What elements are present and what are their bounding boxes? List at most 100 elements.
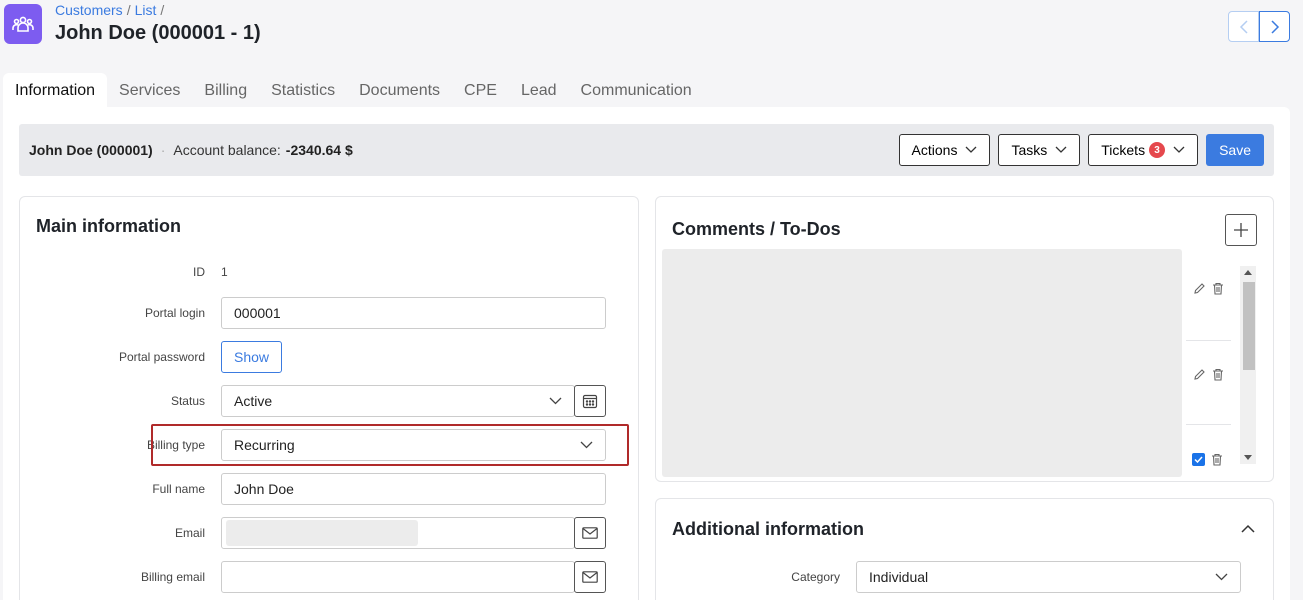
- full-name-input[interactable]: John Doe: [221, 473, 606, 505]
- breadcrumb-customers-link[interactable]: Customers: [55, 2, 123, 18]
- trash-icon[interactable]: [1211, 453, 1223, 466]
- comment-actions: [1193, 282, 1224, 295]
- todo-checkbox[interactable]: [1192, 453, 1205, 466]
- billing-type-value: Recurring: [234, 437, 295, 453]
- chevron-down-icon: [580, 441, 593, 449]
- status-value: Active: [234, 393, 273, 409]
- breadcrumb-separator: /: [160, 2, 165, 18]
- tab-statistics[interactable]: Statistics: [259, 73, 347, 108]
- comments-scrollbar[interactable]: [1240, 266, 1256, 464]
- actions-dropdown[interactable]: Actions: [898, 134, 991, 166]
- chevron-left-icon: [1239, 19, 1248, 34]
- category-value: Individual: [869, 569, 929, 585]
- portal-login-row: Portal login 000001: [20, 297, 640, 329]
- previous-record-button[interactable]: [1228, 11, 1259, 42]
- category-select[interactable]: Individual: [856, 561, 1241, 593]
- status-row: Status Active: [20, 385, 640, 417]
- tickets-count-badge: 3: [1149, 142, 1166, 158]
- comment-divider: [1186, 424, 1231, 425]
- pencil-icon[interactable]: [1193, 368, 1206, 381]
- id-row: ID 1: [20, 256, 640, 288]
- scroll-up-arrow-icon[interactable]: [1244, 270, 1252, 275]
- billing-type-select[interactable]: Recurring: [221, 429, 606, 461]
- envelope-icon: [582, 571, 598, 583]
- portal-login-label: Portal login: [144, 306, 205, 320]
- main-information-title: Main information: [36, 216, 181, 236]
- email-row: Email: [20, 517, 640, 549]
- pencil-icon[interactable]: [1193, 282, 1206, 295]
- redacted-email: [226, 520, 418, 546]
- portal-password-label: Portal password: [118, 350, 205, 364]
- status-label: Status: [170, 394, 205, 408]
- tickets-label: Tickets: [1101, 142, 1146, 158]
- scrollbar-thumb[interactable]: [1243, 282, 1255, 370]
- scroll-down-arrow-icon[interactable]: [1244, 455, 1252, 460]
- next-record-button[interactable]: [1259, 11, 1290, 42]
- category-label: Category: [791, 570, 840, 584]
- account-balance-label: Account balance:: [173, 142, 281, 158]
- todo-actions: [1192, 453, 1223, 466]
- chevron-down-icon: [1173, 146, 1185, 153]
- portal-login-input[interactable]: 000001: [221, 297, 606, 329]
- comment-actions: [1193, 368, 1224, 381]
- breadcrumb-list-link[interactable]: List: [135, 2, 157, 18]
- checkmark-icon: [1194, 456, 1203, 463]
- account-balance-value: -2340.64 $: [285, 142, 353, 158]
- tab-communication[interactable]: Communication: [569, 73, 704, 108]
- breadcrumb-separator: /: [126, 2, 131, 18]
- tab-cpe[interactable]: CPE: [452, 73, 509, 108]
- chevron-down-icon: [549, 397, 562, 405]
- chevron-down-icon: [1055, 146, 1067, 153]
- tab-content: John Doe (000001) · Account balance: -23…: [3, 107, 1290, 600]
- full-name-label: Full name: [152, 482, 205, 496]
- add-comment-button[interactable]: [1225, 214, 1257, 246]
- category-row: Category Individual: [656, 561, 1275, 593]
- billing-type-row: Billing type Recurring: [20, 429, 640, 461]
- additional-information-panel: Additional information Category Individu…: [655, 498, 1274, 600]
- calendar-icon: [582, 394, 598, 409]
- email-send-button[interactable]: [574, 517, 606, 549]
- full-name-row: Full name John Doe: [20, 473, 640, 505]
- account-name: John Doe (000001): [29, 142, 153, 158]
- status-select[interactable]: Active: [221, 385, 575, 417]
- trash-icon[interactable]: [1212, 282, 1224, 295]
- tasks-label: Tasks: [1011, 142, 1048, 158]
- email-input[interactable]: [221, 517, 575, 549]
- id-label: ID: [193, 265, 205, 279]
- redacted-comments-list: [662, 249, 1182, 477]
- billing-email-label: Billing email: [140, 570, 205, 584]
- main-information-panel: Main information ID 1 Portal login 00000…: [19, 196, 639, 600]
- envelope-icon: [582, 527, 598, 539]
- tab-bar: Information Services Billing Statistics …: [3, 73, 704, 108]
- trash-icon[interactable]: [1212, 368, 1224, 381]
- actions-label: Actions: [911, 142, 958, 158]
- tab-services[interactable]: Services: [107, 73, 192, 108]
- portal-password-row: Portal password Show: [20, 341, 640, 373]
- tab-information[interactable]: Information: [3, 73, 108, 108]
- comments-panel: Comments / To-Dos: [655, 196, 1274, 482]
- tasks-dropdown[interactable]: Tasks: [998, 134, 1081, 166]
- status-calendar-button[interactable]: [574, 385, 606, 417]
- account-bar: John Doe (000001) · Account balance: -23…: [19, 124, 1274, 176]
- billing-type-label: Billing type: [146, 438, 205, 452]
- show-password-button[interactable]: Show: [221, 341, 283, 373]
- record-pager: [1228, 11, 1290, 42]
- additional-information-title: Additional information: [672, 519, 864, 539]
- save-button[interactable]: Save: [1206, 134, 1264, 166]
- chevron-up-icon[interactable]: [1241, 524, 1255, 533]
- billing-email-send-button[interactable]: [574, 561, 606, 593]
- comments-title: Comments / To-Dos: [672, 219, 841, 239]
- tab-documents[interactable]: Documents: [347, 73, 452, 108]
- app-logo-icon[interactable]: [4, 4, 42, 44]
- plus-icon: [1234, 223, 1248, 237]
- tickets-dropdown[interactable]: Tickets 3: [1088, 134, 1199, 166]
- tab-lead[interactable]: Lead: [509, 73, 569, 108]
- breadcrumb: Customers / List /: [55, 2, 168, 18]
- chevron-down-icon: [1215, 573, 1228, 581]
- billing-email-input[interactable]: [221, 561, 575, 593]
- comment-divider: [1186, 340, 1231, 341]
- tab-billing[interactable]: Billing: [192, 73, 259, 108]
- chevron-down-icon: [965, 146, 977, 153]
- page-title: John Doe (000001 - 1): [55, 22, 261, 44]
- email-label: Email: [174, 526, 205, 540]
